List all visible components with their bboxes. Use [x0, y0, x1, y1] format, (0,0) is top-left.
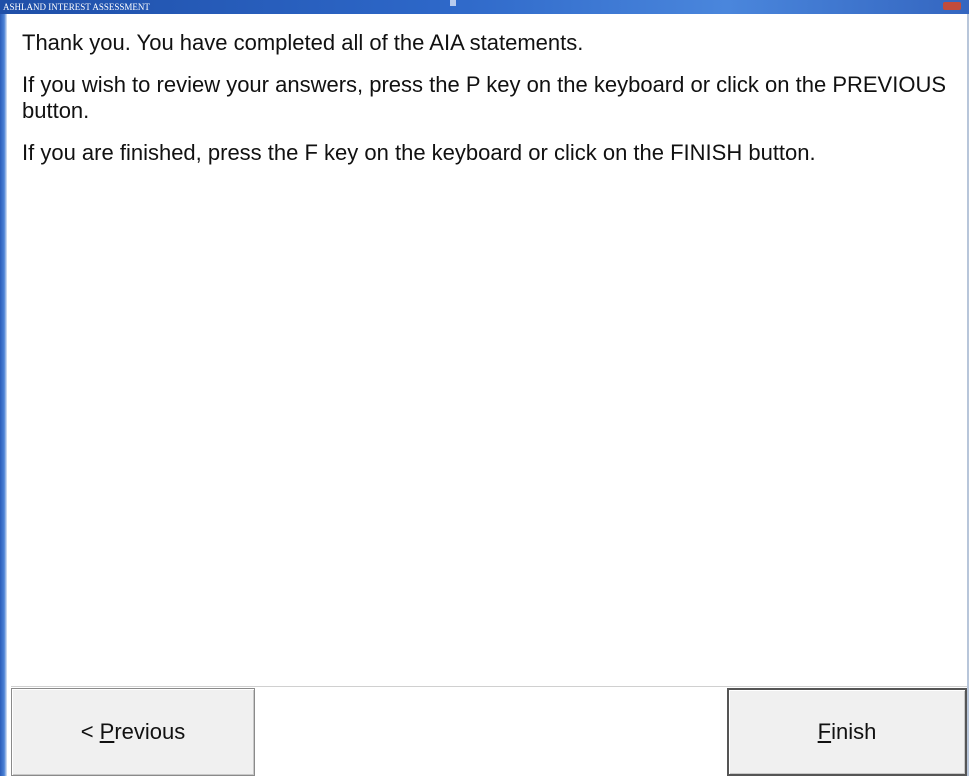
button-bar-divider: [11, 686, 967, 687]
review-instructions: If you wish to review your answers, pres…: [22, 72, 947, 123]
app-window: ASHLAND INTEREST ASSESSMENT Thank you. Y…: [0, 0, 969, 776]
window-title: ASHLAND INTEREST ASSESSMENT: [3, 2, 150, 12]
previous-button-prefix: <: [80, 719, 100, 744]
message-area: Thank you. You have completed all of the…: [22, 30, 957, 182]
finish-button-label: inish: [831, 719, 877, 744]
title-bar-icon: [450, 0, 456, 6]
title-bar[interactable]: ASHLAND INTEREST ASSESSMENT: [0, 0, 969, 14]
completion-message: Thank you. You have completed all of the…: [22, 30, 584, 55]
finish-button-mnemonic: F: [817, 719, 832, 744]
window-left-border: [0, 14, 7, 776]
close-icon[interactable]: [943, 2, 961, 10]
finish-instructions: If you are finished, press the F key on …: [22, 140, 816, 165]
previous-button-label: revious: [114, 719, 186, 744]
finish-button[interactable]: Finish: [727, 688, 967, 776]
previous-button[interactable]: < Previous: [11, 688, 255, 776]
previous-button-mnemonic: P: [99, 719, 115, 744]
